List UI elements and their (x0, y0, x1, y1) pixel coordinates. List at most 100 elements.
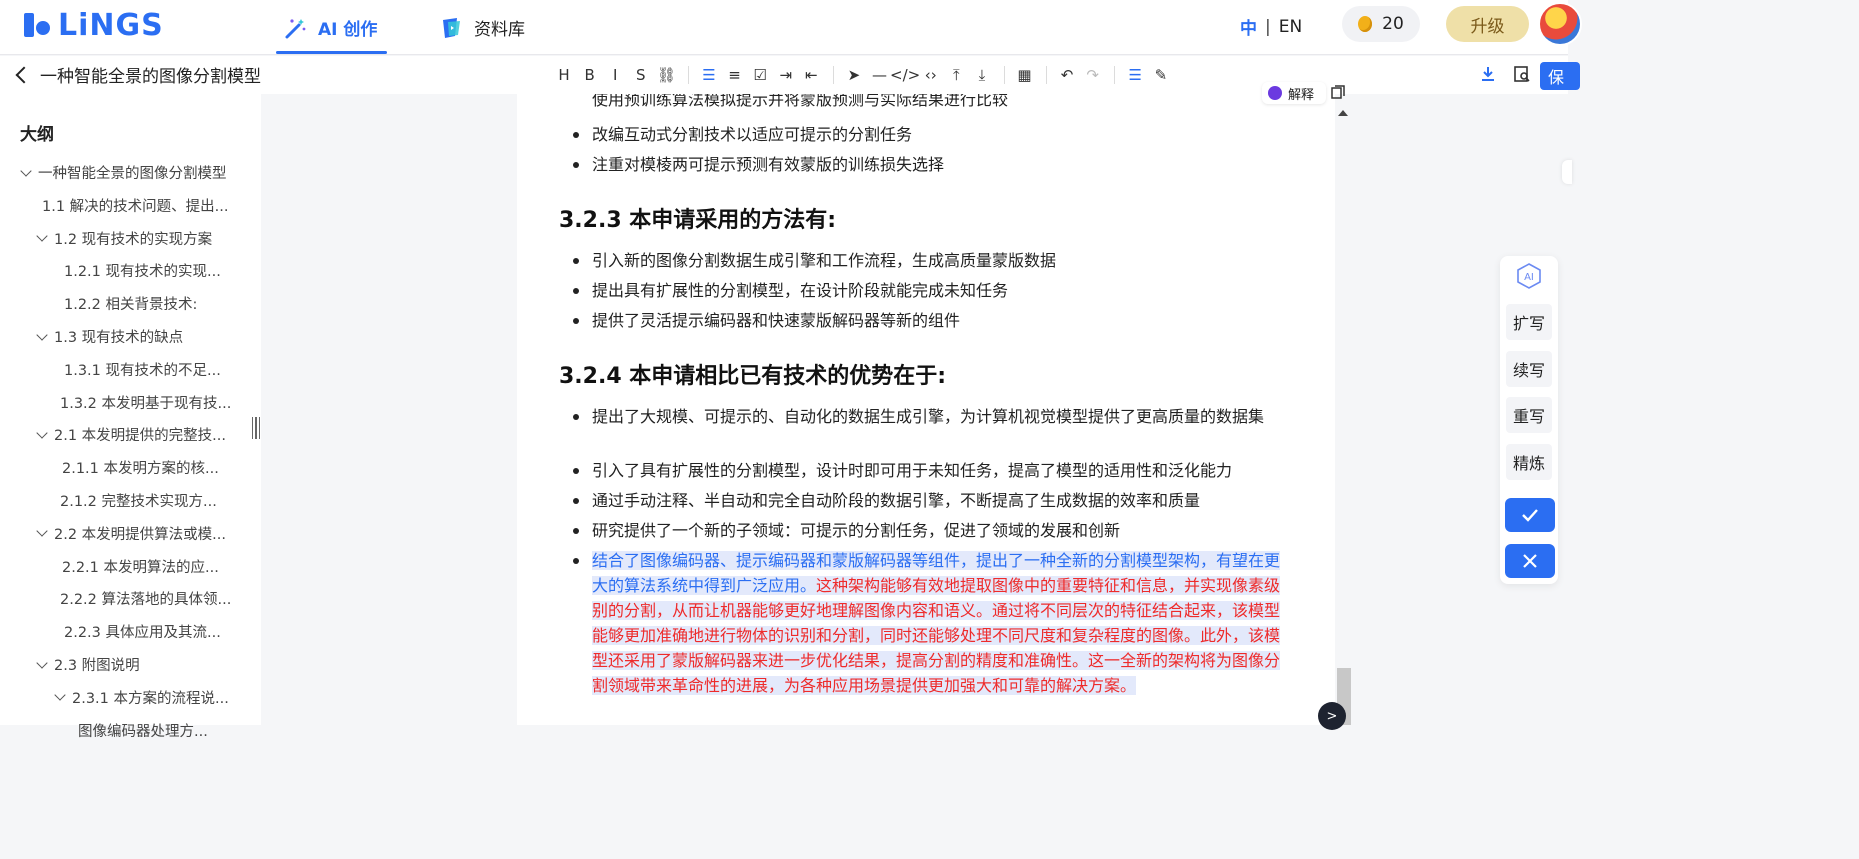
tab-library[interactable]: 资料库 (440, 0, 525, 55)
outline-item[interactable]: 1.3 现有技术的缺点 (36, 326, 184, 347)
edit-icon[interactable]: ✎ (1149, 63, 1173, 87)
explain-button[interactable]: 解释 (1262, 82, 1326, 104)
accept-button[interactable] (1505, 498, 1555, 532)
heading-icon[interactable]: H (552, 63, 576, 87)
bullet-list-icon[interactable]: ☰ (697, 63, 721, 87)
outline-item[interactable]: 2.2.2 算法落地的具体领... (60, 588, 231, 609)
outline-item-label: 2.2 本发明提供算法或模... (54, 526, 226, 543)
outline-item[interactable]: 2.2 本发明提供算法或模... (36, 523, 226, 544)
check-icon (1522, 509, 1538, 522)
list-item[interactable]: 改编互动式分割技术以适应可提示的分割任务 (573, 122, 1292, 147)
outline-item[interactable]: 1.2 现有技术的实现方案 (36, 228, 213, 249)
tab-ai-create-label: AI 创作 (318, 20, 378, 40)
outline-item[interactable]: 1.3.2 本发明基于现有技... (60, 392, 231, 413)
scroll-up-arrow[interactable] (1338, 110, 1348, 116)
document-title: 一种智能全景的图像分割模型 (40, 67, 261, 87)
reject-button[interactable] (1505, 544, 1555, 578)
indent-icon[interactable]: ⇥ (774, 63, 798, 87)
ordered-list-icon[interactable]: ≡ (723, 63, 747, 87)
chevron-down-icon[interactable] (54, 689, 66, 701)
document-page[interactable]: 使用预训练算法模拟提示并将蒙版预测与实际结果进行比较 改编互动式分割技术以适应可… (517, 94, 1335, 725)
coin-balance[interactable]: 20 (1342, 6, 1420, 42)
list-item[interactable]: 提供了灵活提示编码器和快速蒙版解码器等新的组件 (573, 308, 1292, 333)
tab-ai-create[interactable]: AI 创作 (275, 0, 388, 55)
strikethrough-icon[interactable]: S (629, 63, 653, 87)
redo-icon[interactable]: ↷ (1081, 63, 1105, 87)
undo-icon[interactable]: ↶ (1055, 63, 1079, 87)
chevron-down-icon[interactable] (36, 656, 48, 669)
lang-zh[interactable]: 中 (1240, 14, 1257, 39)
language-switch[interactable]: 中 | EN (1240, 14, 1302, 40)
list-item[interactable]: 引入了具有扩展性的分割模型，设计时即可用于未知任务，提高了模型的适用性和泛化能力 (573, 458, 1292, 483)
expand-writing-button[interactable]: 扩写 (1506, 304, 1552, 340)
list-item[interactable]: 提出具有扩展性的分割模型，在设计阶段就能完成未知任务 (573, 278, 1292, 303)
outline-item-label: 1.3 现有技术的缺点 (54, 330, 184, 346)
chevron-down-icon[interactable] (36, 230, 48, 242)
chevron-left-icon (15, 66, 33, 83)
outline-panel: 大纲 一种智能全景的图像分割模型 1.1 解决的技术问题、提出... 1.2 现有技… (0, 94, 261, 740)
task-list-icon[interactable]: ☑ (748, 63, 772, 87)
outdent-icon[interactable]: ⇤ (799, 63, 823, 87)
italic-icon[interactable]: I (603, 63, 627, 87)
subscript-icon[interactable]: ⤓ (970, 63, 994, 87)
outline-item[interactable]: 2.3.1 本方案的流程说... (54, 687, 229, 708)
chevron-down-icon[interactable] (36, 525, 48, 537)
lang-en[interactable]: EN (1279, 17, 1302, 37)
list-item[interactable]: 提出了大规模、可提示的、自动化的数据生成引擎，为计算机视觉模型提供了更高质量的数… (573, 404, 1292, 429)
outline-item[interactable]: 2.1.2 完整技术实现方... (60, 490, 217, 511)
table-icon[interactable]: ▦ (1013, 63, 1037, 87)
rewrite-button[interactable]: 重写 (1506, 397, 1552, 433)
heading-3-2-3[interactable]: 3.2.3 本申请采用的方法有: (559, 202, 836, 234)
align-center-icon[interactable]: ☰ (1123, 63, 1147, 87)
chevron-down-icon[interactable] (36, 427, 48, 439)
bold-icon[interactable]: B (578, 63, 602, 87)
outline-item[interactable]: 2.1 本发明提供的完整技... (36, 424, 226, 445)
outline-item-label: 2.3 附图说明 (54, 658, 140, 674)
avatar[interactable] (1538, 2, 1582, 46)
list-item[interactable]: 注重对模棱两可提示预测有效蒙版的训练损失选择 (573, 152, 1292, 177)
outline-item[interactable]: 1.2.1 现有技术的实现... (64, 260, 221, 281)
back-button[interactable]: 一种智能全景的图像分割模型 (15, 62, 261, 87)
outline-item-label: 2.1 本发明提供的完整技... (54, 428, 226, 445)
assistant-fab[interactable]: > (1318, 702, 1346, 730)
chevron-down-icon[interactable] (36, 328, 48, 341)
refine-button[interactable]: 精炼 (1506, 444, 1552, 480)
outline-item[interactable]: 2.2.3 具体应用及其流... (64, 621, 221, 642)
heading-3-2-4[interactable]: 3.2.4 本申请相比已有技术的优势在于: (559, 358, 946, 390)
explain-icon (1268, 86, 1282, 100)
download-icon[interactable] (1478, 64, 1498, 84)
outline-item[interactable]: 2.1.1 本发明方案的核... (62, 457, 219, 478)
panel-resize-handle[interactable] (251, 417, 261, 441)
outline-item-label: 图像编码器处理方... (78, 723, 208, 740)
copy-icon[interactable] (1330, 84, 1346, 100)
code-block-icon[interactable]: </> (890, 63, 920, 87)
outline-item[interactable]: 1.1 解决的技术问题、提出... (42, 195, 229, 216)
preview-icon[interactable] (1512, 64, 1532, 84)
upgrade-button[interactable]: 升级 (1446, 6, 1529, 42)
toolbar-divider (1046, 66, 1048, 84)
outline-item[interactable]: 1.2.2 相关背景技术: (64, 293, 197, 314)
side-collapse-tab[interactable] (1562, 160, 1572, 184)
horizontal-rule-icon[interactable]: — (868, 63, 892, 87)
outline-item[interactable]: 2.3 附图说明 (36, 654, 140, 675)
save-button[interactable]: 保 (1540, 62, 1580, 90)
blockquote-icon[interactable]: ➤ (842, 63, 866, 87)
list-item[interactable]: 研究提供了一个新的子领域：可提示的分割任务，促进了领域的发展和创新 (573, 518, 1292, 543)
outline-item[interactable]: 图像编码器处理方... (78, 720, 208, 741)
list-item[interactable]: 引入新的图像分割数据生成引擎和工作流程，生成高质量蒙版数据 (573, 248, 1292, 273)
logo[interactable]: LiNGS (24, 8, 164, 43)
outline-item[interactable]: 2.2.1 本发明算法的应... (62, 556, 219, 577)
list-item[interactable]: 通过手动注释、半自动和完全自动阶段的数据引擎，不断提高了生成数据的效率和质量 (573, 488, 1292, 513)
top-header: LiNGS AI 创作 资料库 中 | EN 20 升级 (0, 0, 1582, 55)
outline-item[interactable]: 一种智能全景的图像分割模型 (20, 162, 227, 183)
inline-code-icon[interactable]: ‹› (919, 63, 943, 87)
outline-item-label: 1.2 现有技术的实现方案 (54, 231, 213, 248)
continue-writing-button[interactable]: 续写 (1506, 351, 1552, 387)
ai-logo-icon: AI (1517, 263, 1541, 289)
superscript-icon[interactable]: ⤒ (944, 63, 968, 87)
link-icon[interactable]: ⛓ (654, 63, 678, 87)
list-item[interactable]: 使用预训练算法模拟提示并将蒙版预测与实际结果进行比较 (592, 94, 1008, 110)
highlighted-list-item[interactable]: 结合了图像编码器、提示编码器和蒙版解码器等组件，提出了一种全新的分割模型架构，有… (573, 548, 1292, 698)
outline-item[interactable]: 1.3.1 现有技术的不足... (64, 359, 221, 380)
chevron-down-icon[interactable] (20, 164, 32, 177)
